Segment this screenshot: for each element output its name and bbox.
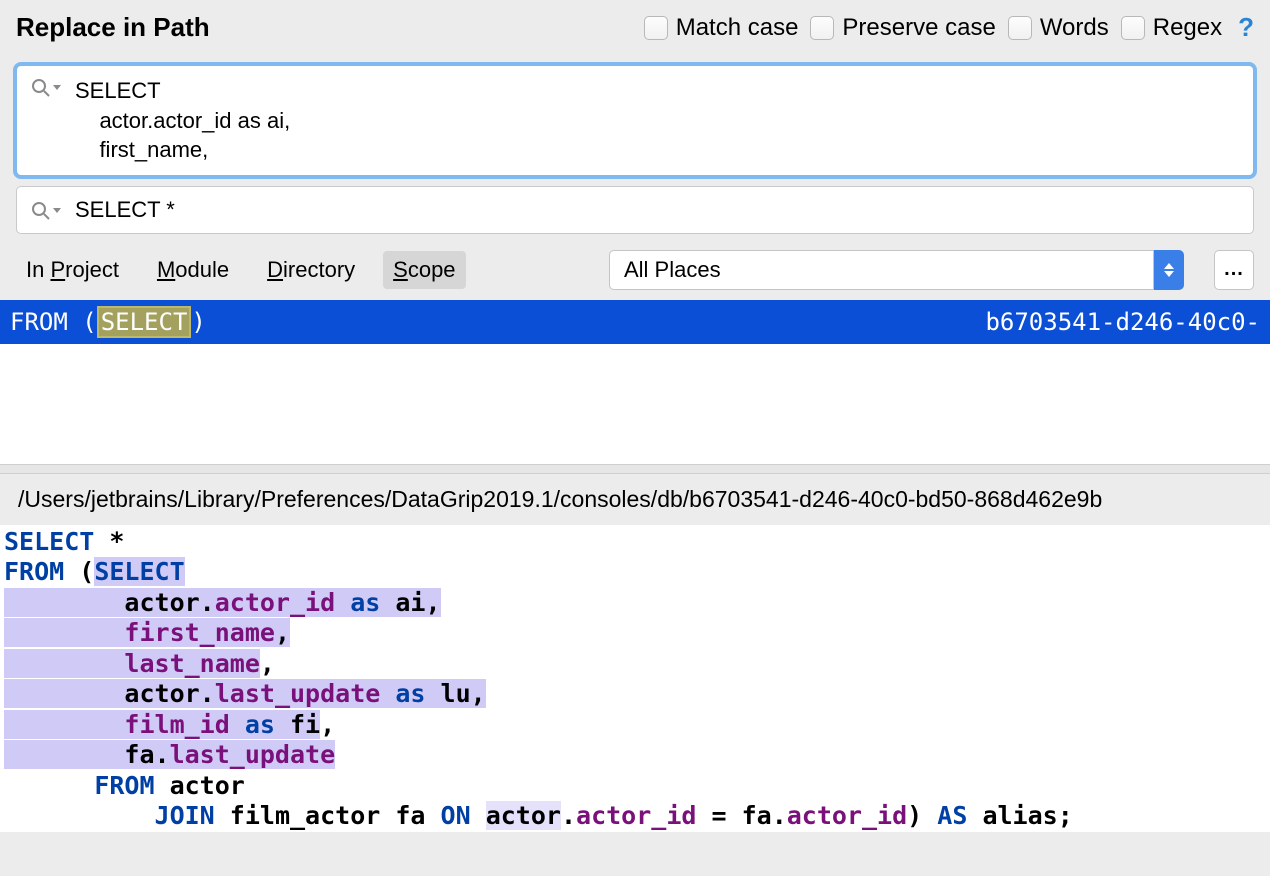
- checkbox-box[interactable]: [1121, 16, 1145, 40]
- result-row[interactable]: FROM (SELECT) b6703541-d246-40c0-: [0, 300, 1270, 344]
- results-list-area: [0, 344, 1270, 464]
- tab-module[interactable]: Module: [147, 251, 239, 289]
- search-input-value[interactable]: SELECT actor.actor_id as ai, first_name,: [75, 76, 290, 165]
- splitter[interactable]: [0, 464, 1270, 474]
- regex-label: Regex: [1153, 14, 1222, 42]
- file-path: /Users/jetbrains/Library/Preferences/Dat…: [0, 474, 1270, 525]
- search-icon[interactable]: [31, 78, 61, 98]
- words-label: Words: [1040, 14, 1109, 42]
- checkbox-box[interactable]: [644, 16, 668, 40]
- result-file: b6703541-d246-40c0-: [985, 308, 1260, 336]
- replace-input-value[interactable]: SELECT *: [75, 195, 175, 225]
- tab-in-project[interactable]: In Project: [16, 251, 129, 289]
- match-case-checkbox[interactable]: Match case: [644, 14, 799, 42]
- scope-row: In Project Module Directory Scope All Pl…: [0, 250, 1270, 300]
- chevron-up-down-icon[interactable]: [1154, 250, 1184, 290]
- scope-dropdown[interactable]: All Places: [609, 250, 1184, 290]
- dialog-title: Replace in Path: [16, 12, 210, 43]
- regex-checkbox[interactable]: Regex: [1121, 14, 1222, 42]
- search-icon[interactable]: [31, 201, 61, 221]
- dialog-header: Replace in Path Match case Preserve case…: [0, 0, 1270, 47]
- preserve-case-checkbox[interactable]: Preserve case: [810, 14, 995, 42]
- words-checkbox[interactable]: Words: [1008, 14, 1109, 42]
- tab-directory[interactable]: Directory: [257, 251, 365, 289]
- more-options-button[interactable]: ...: [1214, 250, 1254, 290]
- scope-dropdown-value[interactable]: All Places: [609, 250, 1154, 290]
- replace-input[interactable]: SELECT *: [16, 186, 1254, 234]
- help-icon[interactable]: ?: [1238, 12, 1254, 43]
- code-preview[interactable]: SELECT * FROM (SELECT actor.actor_id as …: [0, 525, 1270, 832]
- match-case-label: Match case: [676, 14, 799, 42]
- checkbox-box[interactable]: [1008, 16, 1032, 40]
- tab-scope[interactable]: Scope: [383, 251, 465, 289]
- checkbox-box[interactable]: [810, 16, 834, 40]
- result-snippet: FROM (SELECT): [10, 306, 206, 338]
- preserve-case-label: Preserve case: [842, 14, 995, 42]
- search-input[interactable]: SELECT actor.actor_id as ai, first_name,: [16, 65, 1254, 176]
